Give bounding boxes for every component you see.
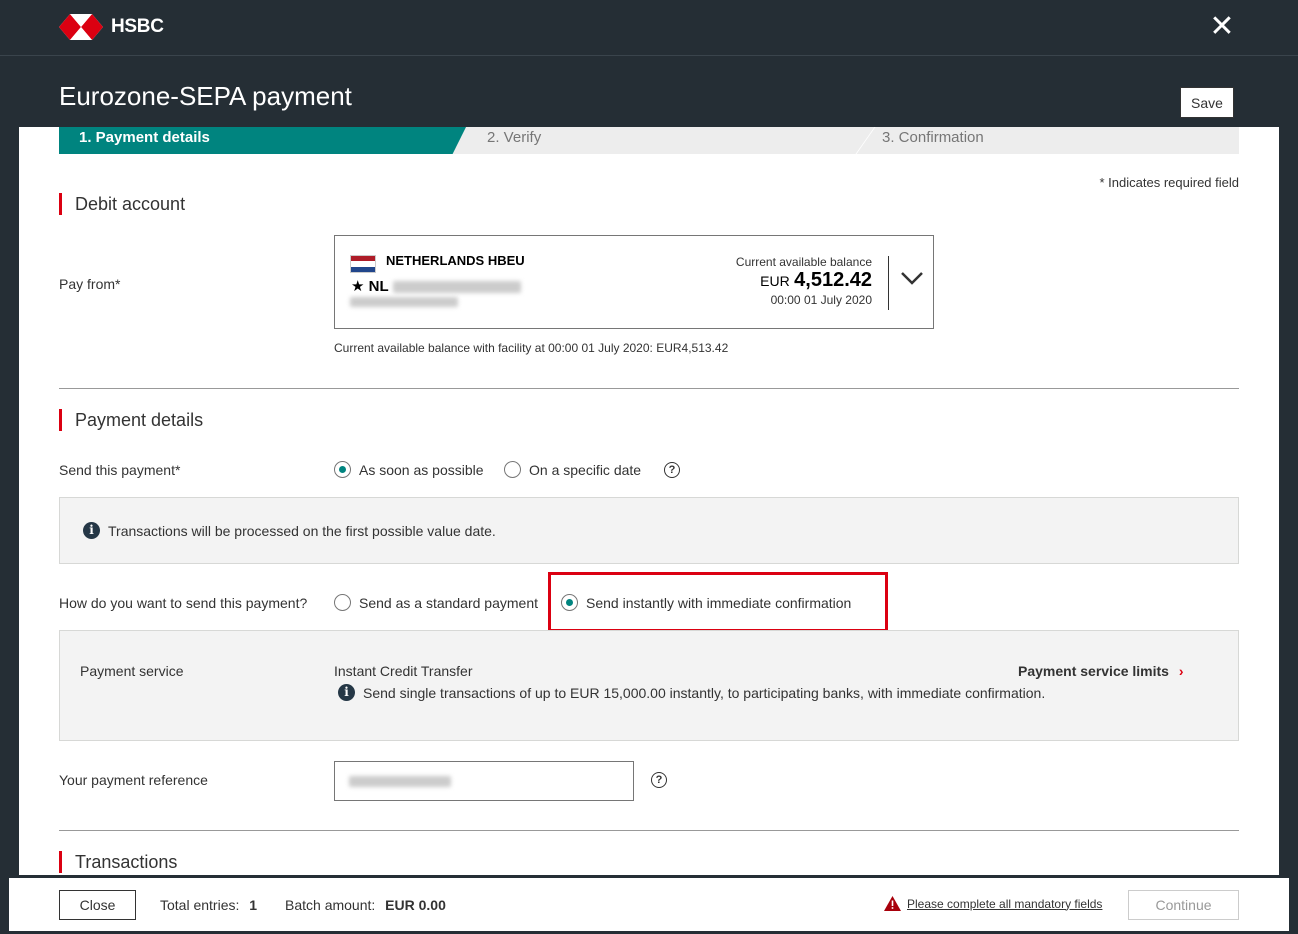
masked-reference-value [349, 776, 451, 787]
step-payment-details: 1. Payment details [59, 127, 469, 154]
title-bar: Eurozone-SEPA payment Save [0, 57, 1298, 127]
debit-account-heading: Debit account [59, 193, 185, 215]
radio-label: Send as a standard payment [359, 594, 539, 611]
chevron-down-icon[interactable] [900, 266, 924, 290]
balance-date: 00:00 01 July 2020 [770, 293, 872, 307]
radio-standard-payment[interactable]: Send as a standard payment [334, 594, 538, 611]
help-icon[interactable]: ? [664, 462, 680, 478]
warning-icon [884, 896, 901, 911]
mandatory-warning: Please complete all mandatory fields [884, 896, 1102, 911]
page-title: Eurozone-SEPA payment [59, 81, 352, 111]
total-entries-value: 1 [249, 897, 258, 913]
section-divider [59, 388, 1239, 389]
step-verify: 2. Verify [487, 129, 542, 146]
highlight-box [548, 572, 888, 632]
hsbc-hexagon-icon [59, 14, 103, 40]
account-name: NETHERLANDS HBEU [386, 253, 525, 268]
radio-specific-date[interactable]: On a specific date [504, 461, 641, 478]
continue-button[interactable]: Continue [1128, 890, 1239, 920]
radio-button[interactable] [334, 461, 351, 478]
balance-currency: EUR [760, 273, 790, 289]
payment-reference-input[interactable] [334, 761, 634, 801]
processing-info: i Transactions will be processed on the … [83, 522, 496, 539]
radio-label: As soon as possible [359, 461, 484, 478]
pay-from-label: Pay from* [59, 276, 121, 292]
processing-info-panel: i Transactions will be processed on the … [59, 497, 1239, 564]
top-bar: HSBC ✕ [0, 0, 1298, 56]
chevron-right-icon: › [1178, 663, 1184, 679]
close-button[interactable]: Close [59, 890, 136, 920]
payment-service-label: Payment service [80, 663, 184, 679]
payment-reference-label: Your payment reference [59, 772, 208, 788]
close-icon[interactable]: ✕ [1208, 12, 1236, 42]
payment-service-limits-link[interactable]: Payment service limits › [1018, 663, 1184, 679]
balance-amount: EUR 4,512.42 [760, 269, 872, 292]
masked-account-number [392, 281, 521, 294]
processing-info-text: Transactions will be processed on the fi… [108, 522, 496, 539]
netherlands-flag-icon [350, 255, 376, 273]
required-field-note: * Indicates required field [1099, 175, 1239, 190]
payment-service-value: Instant Credit Transfer [334, 663, 473, 679]
send-payment-label: Send this payment* [59, 462, 181, 478]
radio-button[interactable] [334, 594, 351, 611]
info-icon: i [338, 684, 355, 701]
divider [888, 256, 889, 310]
info-icon: i [83, 522, 100, 539]
batch-amount-label: Batch amount: [285, 897, 376, 913]
save-button[interactable]: Save [1180, 87, 1234, 118]
radio-as-soon-as-possible[interactable]: As soon as possible [334, 461, 484, 478]
progress-stepper: 1. Payment details 2. Verify 3. Confirma… [59, 127, 1239, 154]
account-number-prefix: NL [368, 278, 389, 295]
payment-details-heading: Payment details [59, 409, 203, 431]
payment-service-info: i Send single transactions of up to EUR … [338, 684, 1045, 701]
main-content: 1. Payment details 2. Verify 3. Confirma… [19, 127, 1279, 875]
step-confirmation: 3. Confirmation [882, 129, 984, 146]
balance-value: 4,512.42 [794, 269, 872, 291]
masked-account-detail [350, 297, 458, 307]
total-entries: Total entries: 1 [160, 897, 257, 913]
bottom-action-bar: Close Total entries: 1 Batch amount: EUR… [9, 878, 1289, 931]
radio-button[interactable] [504, 461, 521, 478]
favourite-star-icon: ★ [351, 278, 365, 295]
section-divider [59, 830, 1239, 831]
payment-service-panel: Payment service Instant Credit Transfer … [59, 630, 1239, 741]
payment-service-info-text: Send single transactions of up to EUR 15… [363, 684, 1046, 701]
account-selector[interactable]: NETHERLANDS HBEU ★ NL Current available … [334, 235, 934, 329]
account-number: ★ NL [351, 277, 521, 295]
facility-balance-note: Current available balance with facility … [334, 341, 729, 355]
total-entries-label: Total entries: [160, 897, 240, 913]
balance-label: Current available balance [735, 255, 872, 269]
payment-service-limits-label: Payment service limits [1018, 663, 1169, 679]
payment-method-label: How do you want to send this payment? [59, 595, 308, 611]
mandatory-fields-link[interactable]: Please complete all mandatory fields [907, 897, 1102, 911]
help-icon[interactable]: ? [651, 772, 667, 788]
batch-amount-value: EUR 0.00 [385, 897, 446, 913]
brand-name: HSBC [111, 16, 164, 37]
bottom-bar: Close Total entries: 1 Batch amount: EUR… [0, 875, 1298, 934]
batch-amount: Batch amount: EUR 0.00 [285, 897, 446, 913]
radio-label: On a specific date [529, 461, 642, 478]
hsbc-logo: HSBC [59, 14, 164, 40]
transactions-heading: Transactions [59, 851, 177, 873]
